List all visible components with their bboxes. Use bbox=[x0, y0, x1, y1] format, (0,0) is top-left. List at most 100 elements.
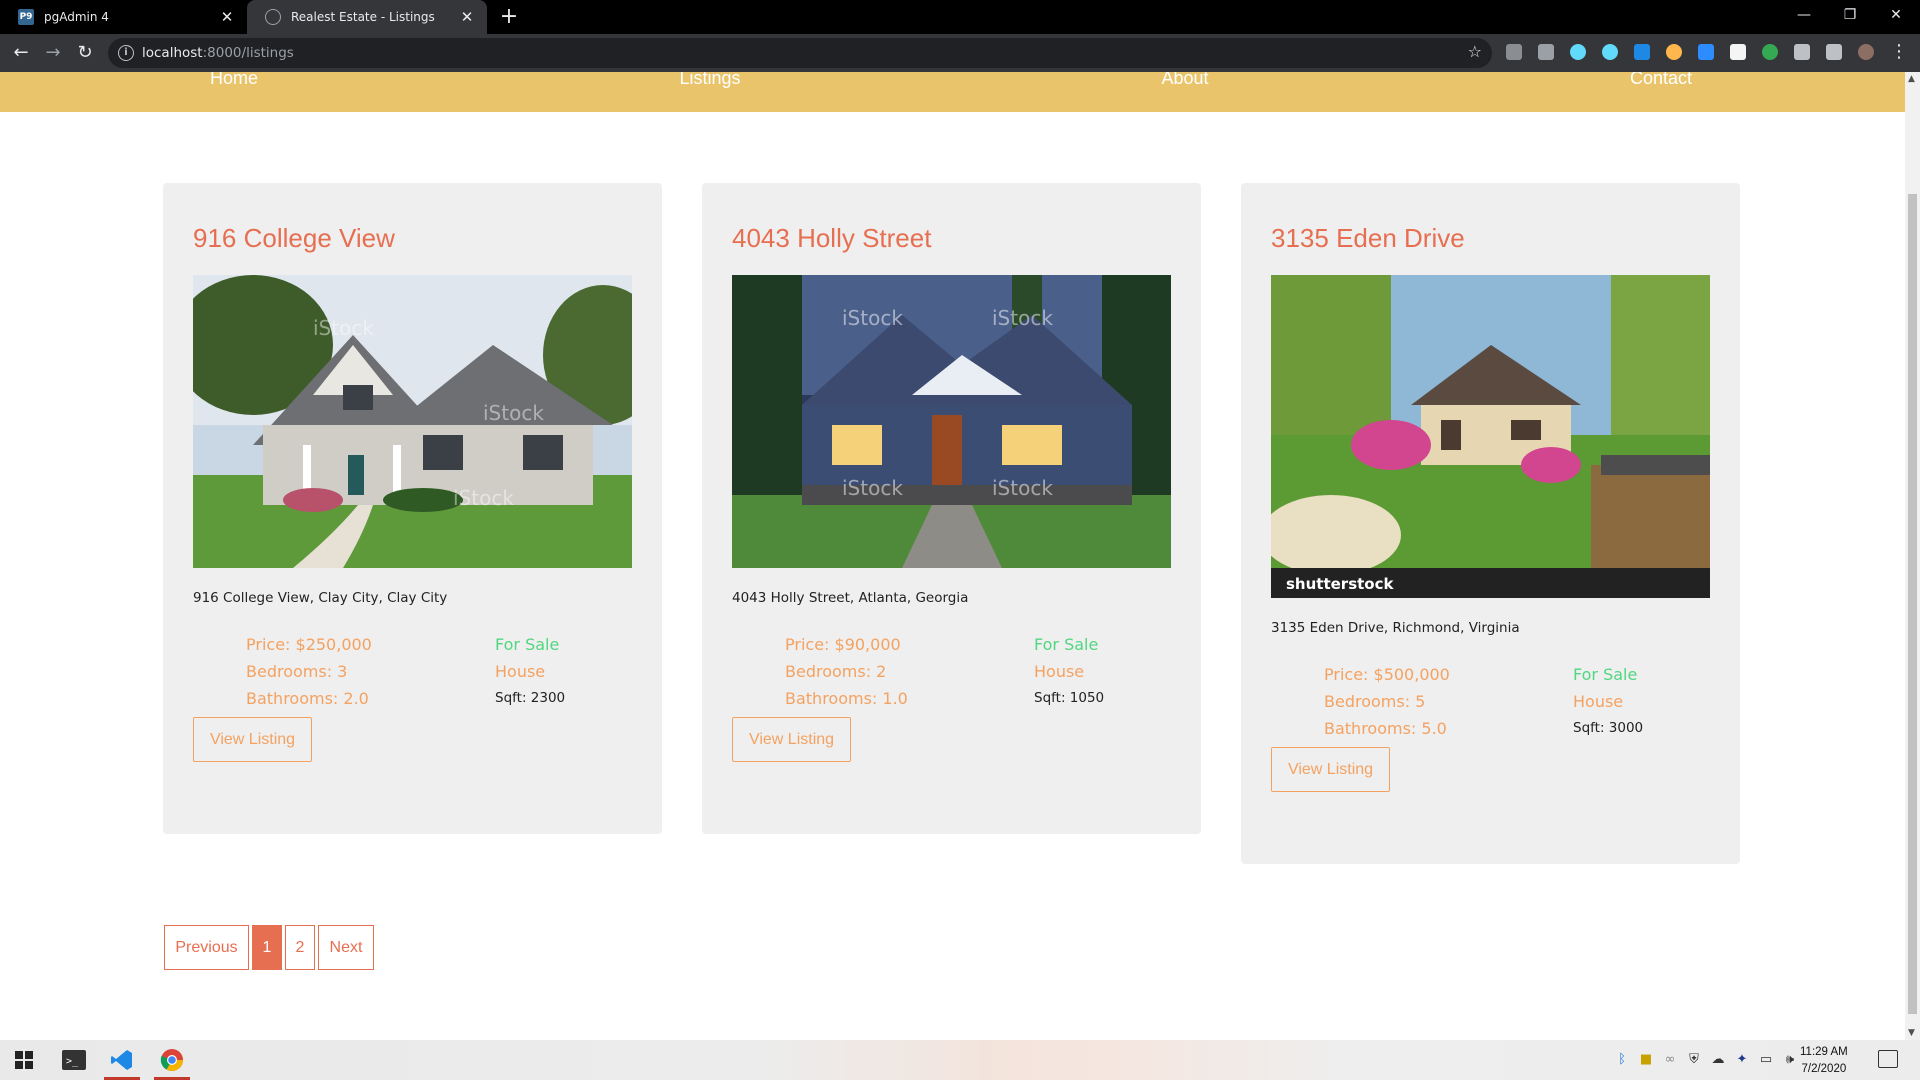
listing-photo: iStock iStock iStock iStock bbox=[732, 275, 1171, 568]
address-bar[interactable]: i localhost:8000/listings ☆ bbox=[108, 38, 1492, 68]
listing-bedrooms: Bedrooms: 2 bbox=[785, 662, 887, 681]
listing-sqft: Sqft: 1050 bbox=[1034, 690, 1105, 706]
owl-extension-icon[interactable] bbox=[1666, 44, 1682, 60]
media-control-icon[interactable] bbox=[1826, 44, 1842, 60]
svg-text:shutterstock: shutterstock bbox=[1286, 575, 1394, 593]
minimize-icon[interactable]: — bbox=[1781, 0, 1827, 34]
close-tab-icon[interactable]: ✕ bbox=[455, 8, 479, 26]
view-listing-button[interactable]: View Listing bbox=[1271, 747, 1390, 792]
nav-listings-link[interactable]: Listings bbox=[679, 72, 740, 89]
listing-card: 3135 Eden Drive shutterstock 3135 Eden D… bbox=[1241, 183, 1740, 864]
close-tab-icon[interactable]: ✕ bbox=[215, 8, 239, 26]
listing-title[interactable]: 3135 Eden Drive bbox=[1271, 223, 1465, 254]
terminal-icon: >_ bbox=[62, 1050, 86, 1070]
globe-favicon-icon bbox=[265, 9, 281, 25]
tray-tool-icon[interactable]: ✦ bbox=[1734, 1052, 1750, 1068]
info-icon[interactable]: i bbox=[118, 45, 134, 61]
pagination: Previous 1 2 Next bbox=[164, 925, 377, 970]
restore-icon[interactable]: ❐ bbox=[1827, 0, 1873, 34]
nav-contact-link[interactable]: Contact bbox=[1630, 72, 1692, 89]
scroll-down-arrow-icon[interactable]: ▼ bbox=[1908, 1028, 1915, 1038]
site-navbar: Home Listings About Contact bbox=[0, 72, 1905, 112]
volume-icon[interactable]: 🕪 bbox=[1782, 1052, 1798, 1068]
s-extension-icon[interactable] bbox=[1634, 44, 1650, 60]
start-button[interactable] bbox=[0, 1040, 48, 1080]
listing-title[interactable]: 916 College View bbox=[193, 223, 395, 254]
listing-sale-type: For Sale bbox=[1573, 665, 1638, 684]
listing-price: Price: $500,000 bbox=[1324, 665, 1450, 684]
svg-text:iStock: iStock bbox=[842, 306, 903, 330]
reload-icon[interactable]: ↻ bbox=[74, 42, 96, 64]
tab-title: Realest Estate - Listings bbox=[291, 10, 435, 24]
pagination-next[interactable]: Next bbox=[318, 925, 374, 970]
listing-bedrooms: Bedrooms: 5 bbox=[1324, 692, 1426, 711]
listing-bedrooms: Bedrooms: 3 bbox=[246, 662, 348, 681]
scrollbar-thumb[interactable] bbox=[1908, 194, 1917, 1014]
view-listing-button[interactable]: View Listing bbox=[732, 717, 851, 762]
chrome-icon bbox=[160, 1049, 183, 1071]
puzzle-extensions-icon[interactable] bbox=[1794, 44, 1810, 60]
listing-title[interactable]: 4043 Holly Street bbox=[732, 223, 931, 254]
pagination-previous[interactable]: Previous bbox=[164, 925, 249, 970]
view-listing-button[interactable]: View Listing bbox=[193, 717, 312, 762]
zoom-extension-icon[interactable] bbox=[1698, 44, 1714, 60]
listing-address: 916 College View, Clay City, Clay City bbox=[193, 590, 448, 606]
listing-bathrooms: Bathrooms: 1.0 bbox=[785, 689, 908, 708]
back-arrow-icon[interactable]: ← bbox=[10, 42, 32, 64]
bookmark-star-icon[interactable]: ☆ bbox=[1468, 42, 1482, 61]
pagination-page-1[interactable]: 1 bbox=[252, 925, 282, 970]
system-clock[interactable]: 11:29 AM 7/2/2020 bbox=[1800, 1044, 1848, 1078]
tab-title: pgAdmin 4 bbox=[44, 10, 109, 24]
browser-toolbar: ← → ↻ i localhost:8000/listings ☆ ⋮ bbox=[0, 34, 1920, 72]
terminal-app-button[interactable]: >_ bbox=[50, 1040, 98, 1080]
page-viewport: Home Listings About Contact 916 College … bbox=[0, 72, 1920, 1040]
listing-address: 3135 Eden Drive, Richmond, Virginia bbox=[1271, 620, 1520, 636]
new-tab-button[interactable]: + bbox=[496, 4, 522, 30]
profile-avatar[interactable] bbox=[1858, 44, 1874, 60]
bluetooth-icon[interactable]: ᛒ bbox=[1614, 1052, 1630, 1068]
listing-home-type: House bbox=[1573, 692, 1624, 711]
listing-sqft: Sqft: 3000 bbox=[1573, 720, 1644, 736]
forward-arrow-icon[interactable]: → bbox=[42, 42, 64, 64]
network-icon[interactable]: ▭ bbox=[1758, 1052, 1774, 1068]
extension-icon[interactable] bbox=[1506, 44, 1522, 60]
green-extension-icon[interactable] bbox=[1762, 44, 1778, 60]
onedrive-cloud-icon[interactable]: ☁ bbox=[1710, 1052, 1726, 1068]
scroll-up-arrow-icon[interactable]: ▲ bbox=[1908, 74, 1915, 84]
tab-pgadmin[interactable]: P9 pgAdmin 4 ✕ bbox=[0, 0, 247, 34]
notification-center-icon[interactable] bbox=[1878, 1050, 1898, 1068]
tray-app-icon[interactable]: ■ bbox=[1638, 1052, 1654, 1068]
svg-text:iStock: iStock bbox=[992, 476, 1053, 500]
nav-about-link[interactable]: About bbox=[1161, 72, 1208, 89]
browser-menu-icon[interactable]: ⋮ bbox=[1890, 42, 1908, 62]
pagination-page-2[interactable]: 2 bbox=[285, 925, 315, 970]
listing-bathrooms: Bathrooms: 2.0 bbox=[246, 689, 369, 708]
react-devtools-icon[interactable] bbox=[1570, 44, 1586, 60]
listing-card: 4043 Holly Street iStock iStock iStock i… bbox=[702, 183, 1201, 834]
clock-time: 11:29 AM bbox=[1800, 1046, 1848, 1058]
listing-sqft: Sqft: 2300 bbox=[495, 690, 566, 706]
calendar-extension-icon[interactable] bbox=[1730, 44, 1746, 60]
url-text: localhost:8000/listings bbox=[142, 45, 294, 61]
listing-price: Price: $90,000 bbox=[785, 635, 901, 654]
chrome-app-button[interactable] bbox=[148, 1040, 196, 1080]
close-window-icon[interactable]: ✕ bbox=[1873, 0, 1919, 34]
clock-date: 7/2/2020 bbox=[1801, 1063, 1847, 1075]
page-scrollbar[interactable]: ▲ ▼ bbox=[1905, 72, 1920, 1040]
svg-text:iStock: iStock bbox=[483, 401, 544, 425]
listing-address: 4043 Holly Street, Atlanta, Georgia bbox=[732, 590, 969, 606]
camera-extension-icon[interactable] bbox=[1538, 44, 1554, 60]
vscode-app-button[interactable] bbox=[98, 1040, 146, 1080]
nav-home-link[interactable]: Home bbox=[210, 72, 258, 89]
house-image: iStock iStock iStock iStock bbox=[732, 275, 1171, 568]
windows-taskbar: >_ ᛒ ■ ∞ ⛨ ☁ ✦ ▭ 🕪 11:29 AM 7/2/2020 bbox=[0, 1040, 1920, 1080]
windows-logo-icon bbox=[15, 1051, 33, 1069]
vscode-icon bbox=[111, 1050, 132, 1070]
security-shield-icon[interactable]: ⛨ bbox=[1686, 1052, 1702, 1068]
house-image: shutterstock bbox=[1271, 275, 1710, 598]
tray-link-icon[interactable]: ∞ bbox=[1662, 1052, 1678, 1068]
react-extension-icon[interactable] bbox=[1602, 44, 1618, 60]
tab-listings[interactable]: Realest Estate - Listings ✕ bbox=[247, 0, 487, 34]
listing-photo: iStock iStock iStock bbox=[193, 275, 632, 568]
svg-text:>_: >_ bbox=[66, 1056, 79, 1067]
